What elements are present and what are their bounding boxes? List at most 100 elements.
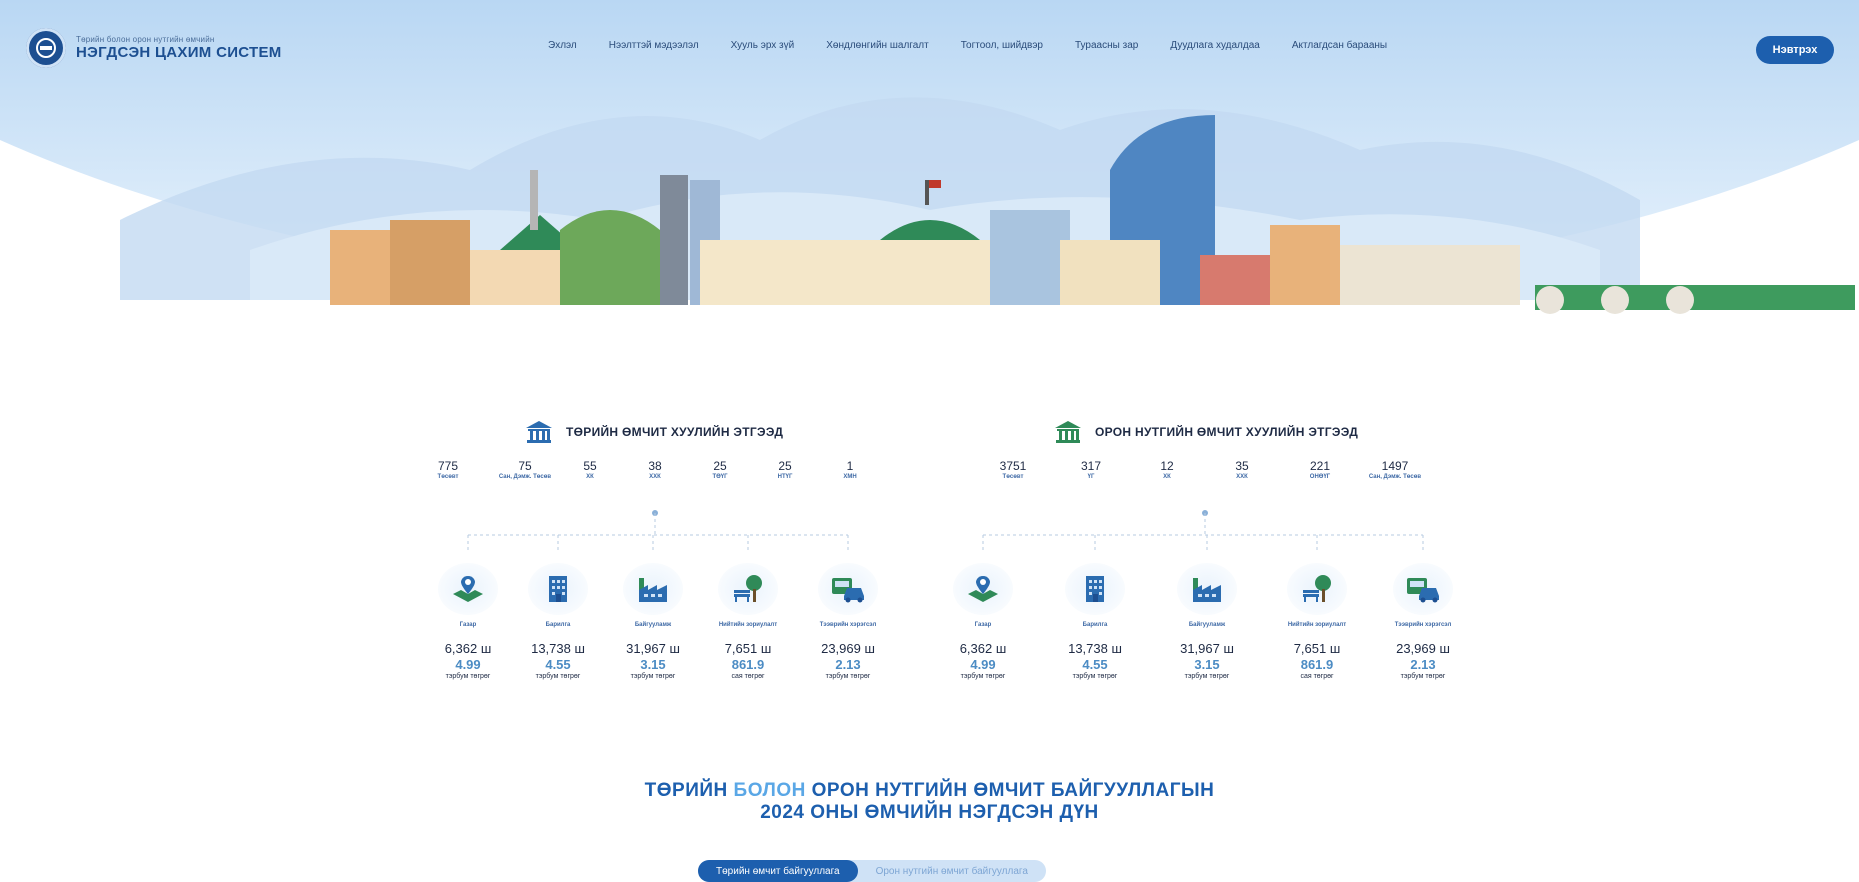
count-item[interactable]: 317 ҮГ — [1056, 459, 1126, 481]
nav-home[interactable]: Эхлэл — [548, 40, 577, 51]
local-owned-panel: ОРОН НУТГИЙН ӨМЧИТ ХУУЛИЙН ЭТГЭЭД 3751 Тө… — [945, 415, 1595, 680]
asset-unit: сая төгрөг — [1300, 673, 1334, 680]
tab-state-owned[interactable]: Төрийн өмчит байгууллага — [698, 860, 858, 882]
asset-card-structure[interactable]: Байгууламж 31,967 ш 3.15 тэрбум төгрөг — [1157, 563, 1257, 680]
local-panel-header: ОРОН НУТГИЙН ӨМЧИТ ХУУЛИЙН ЭТГЭЭД — [945, 415, 1595, 449]
count-item[interactable]: 75 Сан, Дэмж. Төсөв — [490, 459, 560, 481]
nav-legislation[interactable]: Хууль эрх зүй — [731, 40, 795, 51]
login-button[interactable]: Нэвтрэх — [1756, 36, 1834, 64]
asset-name: Барилга — [1082, 622, 1108, 628]
summary-title-part: ОРОН НУТГИЙН ӨМЧИТ БАЙГУУЛЛАГЫН — [805, 780, 1215, 801]
asset-name: Тээврийн хэрэгсэл — [1394, 622, 1452, 628]
logo-emblem-icon — [26, 28, 66, 68]
count-label: Төсөвт — [1002, 474, 1024, 480]
logo-text: Төрийн болон орон нутгийн өмчийн НЭГДСЭН… — [76, 35, 282, 61]
asset-unit: сая төгрөг — [731, 673, 765, 680]
asset-quantity: 13,738 ш — [1068, 641, 1122, 656]
asset-card-building[interactable]: Барилга 13,738 ш 4.55 тэрбум төгрөг — [508, 563, 608, 680]
count-item[interactable]: 1 ХМН — [815, 459, 885, 481]
top-header: Төрийн болон орон нутгийн өмчийн НЭГДСЭН… — [0, 12, 1859, 74]
count-value: 75 — [518, 459, 532, 473]
land-icon — [438, 563, 498, 615]
local-panel-title: ОРОН НУТГИЙН ӨМЧИТ ХУУЛИЙН ЭТГЭЭД — [1095, 425, 1359, 439]
count-label: ХК — [1163, 474, 1171, 480]
nav-audit[interactable]: Хөндлөнгийн шалгалт — [826, 40, 928, 51]
asset-quantity: 6,362 ш — [959, 641, 1007, 656]
asset-quantity: 23,969 ш — [821, 641, 875, 656]
asset-value: 3.15 — [640, 657, 666, 672]
public-park-icon — [1287, 563, 1347, 615]
summary-title-part: ТӨРИЙН — [644, 780, 734, 801]
local-counts: 3751 Төсөвт 317 ҮГ 12 ХК 35 ХХК 221 ОНӨҮГ 149… — [945, 459, 1595, 507]
asset-unit: тэрбум төгрөг — [960, 673, 1006, 680]
asset-card-public[interactable]: Нийтийн зориулалт 7,651 ш 861.9 сая төгр… — [698, 563, 798, 680]
asset-name: Газар — [459, 622, 477, 628]
asset-card-structure[interactable]: Байгууламж 31,967 ш 3.15 тэрбум төгрөг — [603, 563, 703, 680]
public-park-icon — [718, 563, 778, 615]
asset-value: 861.9 — [731, 657, 765, 672]
vehicle-icon — [1393, 563, 1453, 615]
count-item[interactable]: 55 ХК — [555, 459, 625, 481]
count-item[interactable]: 35 ХХК — [1207, 459, 1277, 481]
summary-tabs: Төрийн өмчит байгууллага Орон нутгийн өм… — [698, 860, 1046, 882]
asset-name: Байгууламж — [634, 622, 672, 628]
count-label: ХК — [586, 474, 594, 480]
local-connector-lines — [982, 510, 1424, 553]
asset-unit: тэрбум төгрөг — [1400, 673, 1446, 680]
asset-value: 4.99 — [970, 657, 996, 672]
count-item[interactable]: 221 ОНӨҮГ — [1285, 459, 1355, 481]
site-logo[interactable]: Төрийн болон орон нутгийн өмчийн НЭГДСЭН… — [26, 28, 282, 68]
asset-name: Нийтийн зориулалт — [718, 622, 778, 628]
count-item[interactable]: 3751 Төсөвт — [978, 459, 1048, 481]
count-value: 25 — [778, 459, 792, 473]
count-label: ХХК — [1236, 474, 1248, 480]
nav-written-off[interactable]: Актлагдсан барааны — [1292, 40, 1387, 51]
nav-decisions[interactable]: Тогтоол, шийдвэр — [961, 40, 1043, 51]
asset-quantity: 31,967 ш — [626, 641, 680, 656]
asset-unit: тэрбум төгрөг — [825, 673, 871, 680]
institution-icon — [1055, 421, 1081, 443]
summary-title-line2: 2024 ОНЫ ӨМЧИЙН НЭГДСЭН ДҮН — [760, 802, 1099, 823]
tab-local-owned[interactable]: Орон нутгийн өмчит байгууллага — [858, 860, 1046, 882]
asset-value: 4.55 — [1082, 657, 1108, 672]
nav-rent-ads[interactable]: Тураасны зар — [1075, 40, 1138, 51]
asset-value: 4.99 — [455, 657, 481, 672]
count-item[interactable]: 25 ТӨҮГ — [685, 459, 755, 481]
nav-auction[interactable]: Дуудлага худалдаа — [1170, 40, 1260, 51]
asset-card-public[interactable]: Нийтийн зориулалт 7,651 ш 861.9 сая төгр… — [1267, 563, 1367, 680]
state-panel-title: ТӨРИЙН ӨМЧИТ ХУУЛИЙН ЭТГЭЭД — [566, 425, 784, 439]
asset-quantity: 7,651 ш — [724, 641, 772, 656]
local-asset-cards: Газар 6,362 ш 4.99 тэрбум төгрөг Барилга… — [945, 563, 1595, 743]
asset-card-building[interactable]: Барилга 13,738 ш 4.55 тэрбум төгрөг — [1045, 563, 1145, 680]
count-item[interactable]: 775 Төсөвт — [413, 459, 483, 481]
asset-quantity: 6,362 ш — [444, 641, 492, 656]
asset-unit: тэрбум төгрөг — [535, 673, 581, 680]
building-icon — [1065, 563, 1125, 615]
nav-open-info[interactable]: Нээлттэй мэдээлэл — [609, 40, 699, 51]
asset-card-vehicle[interactable]: Тээврийн хэрэгсэл 23,969 ш 2.13 тэрбум т… — [798, 563, 898, 680]
asset-value: 861.9 — [1300, 657, 1334, 672]
count-value: 12 — [1160, 459, 1174, 473]
count-value: 3751 — [999, 459, 1027, 473]
count-item[interactable]: 1497 Сан, Дэмж. Төсөв — [1360, 459, 1430, 481]
summary-title-highlight: БОЛОН — [733, 780, 806, 801]
summary-section: ТӨРИЙН БОЛОН ОРОН НУТГИЙН ӨМЧИТ БАЙГУУЛЛ… — [0, 780, 1859, 824]
count-label: Сан, Дэмж. Төсөв — [1368, 474, 1422, 480]
count-item[interactable]: 25 НТҮГ — [750, 459, 820, 481]
count-value: 775 — [437, 459, 459, 473]
count-item[interactable]: 12 ХК — [1132, 459, 1202, 481]
count-label: ХМН — [843, 474, 857, 480]
asset-name: Нийтийн зориулалт — [1287, 622, 1347, 628]
asset-card-vehicle[interactable]: Тээврийн хэрэгсэл 23,969 ш 2.13 тэрбум т… — [1373, 563, 1473, 680]
count-value: 35 — [1235, 459, 1249, 473]
count-item[interactable]: 38 ХХК — [620, 459, 690, 481]
asset-unit: тэрбум төгрөг — [1184, 673, 1230, 680]
asset-card-land[interactable]: Газар 6,362 ш 4.99 тэрбум төгрөг — [933, 563, 1033, 680]
count-label: ОНӨҮГ — [1309, 474, 1331, 480]
asset-value: 2.13 — [1410, 657, 1436, 672]
land-icon — [953, 563, 1013, 615]
factory-icon — [1177, 563, 1237, 615]
count-value: 38 — [648, 459, 662, 473]
asset-card-land[interactable]: Газар 6,362 ш 4.99 тэрбум төгрөг — [418, 563, 518, 680]
count-label: Төсөвт — [437, 474, 459, 480]
